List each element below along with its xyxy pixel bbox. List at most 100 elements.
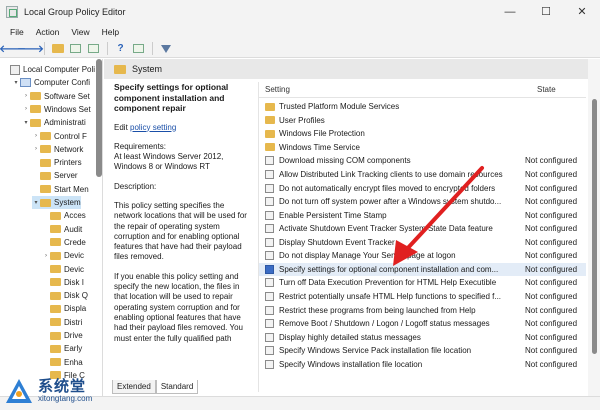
maximize-button[interactable]: ☐ [528,0,564,23]
policy-setting-icon [265,156,275,166]
edit-policy-link[interactable]: policy setting [130,123,176,132]
expand-chevron-icon[interactable]: › [22,106,30,112]
tree-item[interactable]: Crede [42,236,86,249]
tree-item[interactable]: Drive [42,329,83,342]
close-button[interactable]: ✕ [564,0,600,23]
tree-item-label: Disk Q [64,291,88,301]
setting-state: Not configured [525,291,578,301]
scrollbar-thumb[interactable] [592,99,597,354]
expand-chevron-icon[interactable]: ▾ [22,119,30,126]
column-header-setting[interactable]: Setting [259,85,511,94]
setting-state: Not configured [525,278,578,288]
folder-row[interactable]: User Profiles [259,114,586,128]
tree-item[interactable]: Devic [42,263,84,276]
tree-item[interactable]: › Software Set [22,90,90,103]
tree-item-label: Audit [64,224,83,234]
policy-row[interactable]: Do not automatically encrypt files moved… [259,181,586,195]
policy-row[interactable]: Turn off Data Execution Prevention for H… [259,276,586,290]
policy-setting-icon [265,197,275,207]
menu-action[interactable]: Action [30,27,66,37]
menu-view[interactable]: View [65,27,95,37]
expand-chevron-icon[interactable]: ▾ [32,199,40,206]
tree-item[interactable]: Start Men [32,183,89,196]
export-list-icon[interactable] [85,41,102,56]
policy-row[interactable]: Restrict these programs from being launc… [259,303,586,317]
expand-chevron-icon[interactable]: › [42,253,50,259]
tree-item[interactable]: Disk I [42,276,84,289]
forward-arrow-icon[interactable]: 🡒 [17,41,44,56]
tree-item[interactable]: Local Computer Poli [2,63,95,76]
tree-item[interactable]: ▾ Administrati [22,116,86,129]
setting-state: Not configured [525,170,578,179]
policy-row[interactable]: Do not turn off system power after a Win… [259,195,586,209]
help-icon[interactable]: ? [112,41,129,56]
filter-icon[interactable] [157,41,174,56]
menu-help[interactable]: Help [96,27,125,37]
setting-state: Not configured [525,264,578,274]
policy-row[interactable]: Restrict potentially unsafe HTML Help fu… [259,290,586,304]
tree-item[interactable]: › Devic [42,249,84,262]
toolbar-separator [152,42,153,55]
minimize-button[interactable]: — [492,0,528,23]
tree-item-label: Enha [64,357,83,367]
policy-row[interactable]: Download missing COM components Not confi… [259,154,586,168]
list-scrollbar[interactable] [588,59,600,399]
menu-bar: File Action View Help [0,23,600,40]
tree-item[interactable]: › Network [32,143,83,156]
tree-item-label: Control F [54,131,87,141]
tree-scrollbar[interactable] [96,59,102,177]
up-folder-icon[interactable] [49,41,66,56]
settings-list[interactable]: Setting State Trusted Platform Module Se… [258,82,586,392]
folder-row[interactable]: Windows File Protection [259,127,586,141]
expand-chevron-icon[interactable]: ▾ [12,79,20,86]
folder-row[interactable]: Trusted Platform Module Services [259,100,586,114]
policy-row[interactable]: Specify Windows installation file locati… [259,357,586,371]
tree-item-label: Administrati [44,118,86,128]
toolbar-separator [107,42,108,55]
tree-item[interactable]: Distri [42,316,82,329]
policy-row[interactable]: Specify settings for optional component … [259,262,586,277]
watermark-title: 系统堂 [38,377,87,395]
policy-row[interactable]: Allow Distributed Link Tracking clients … [259,168,586,182]
tree-item[interactable]: Early [42,342,82,355]
policy-row[interactable]: Remove Boot / Shutdown / Logon / Logoff … [259,317,586,331]
policy-row[interactable]: Activate Shutdown Event Tracker System S… [259,222,586,236]
tree-pane[interactable]: Local Computer Poli ▾ Computer Confi › Softw… [0,59,103,410]
policy-row[interactable]: Do not display Manage Your Server page a… [259,249,586,263]
menu-file[interactable]: File [4,27,30,37]
tab-standard[interactable]: Standard [155,380,199,394]
tree-item-label: Devic [64,251,85,261]
setting-name: Specify Windows installation file locati… [279,359,423,369]
tree-item[interactable]: ▾ Computer Confi [12,76,90,89]
folder-row[interactable]: Windows Time Service [259,141,586,155]
folder-icon [50,238,61,247]
tree-item[interactable]: Enha [42,356,83,369]
tree-item[interactable]: Server [32,169,78,182]
expand-chevron-icon[interactable]: › [32,133,40,139]
column-header-state[interactable]: State [511,85,556,94]
watermark-logo-icon [6,379,32,403]
setting-name: Turn off Data Execution Prevention for H… [279,278,497,288]
policy-row[interactable]: Enable Persistent Time Stamp Not configur… [259,208,586,222]
properties-icon[interactable] [130,41,147,56]
folder-icon [50,304,61,313]
policy-row[interactable]: Specify Windows Service Pack installatio… [259,344,586,358]
tree-item[interactable]: ▾ System [32,196,81,209]
expand-chevron-icon[interactable]: › [22,93,30,99]
tree-item[interactable]: Disk Q [42,289,88,302]
expand-chevron-icon[interactable]: › [32,146,40,152]
tree-item-label: Drive [64,331,83,340]
folder-icon [40,158,51,167]
tree-item[interactable]: Acces [42,209,86,222]
setting-state: Not configured [525,210,578,220]
tree-item[interactable]: Printers [32,156,82,169]
tree-item[interactable]: › Windows Set [22,103,91,116]
policy-row[interactable]: Display Shutdown Event Tracker Not config… [259,236,586,250]
policy-setting-icon [265,359,275,369]
policy-row[interactable]: Display highly detailed status messages N… [259,330,586,344]
policy-setting-icon [265,332,275,342]
tree-item[interactable]: Displa [42,302,86,315]
tree-item[interactable]: › Control F [32,130,87,143]
show-hide-tree-icon[interactable] [67,41,84,56]
tree-item[interactable]: Audit [42,223,82,236]
